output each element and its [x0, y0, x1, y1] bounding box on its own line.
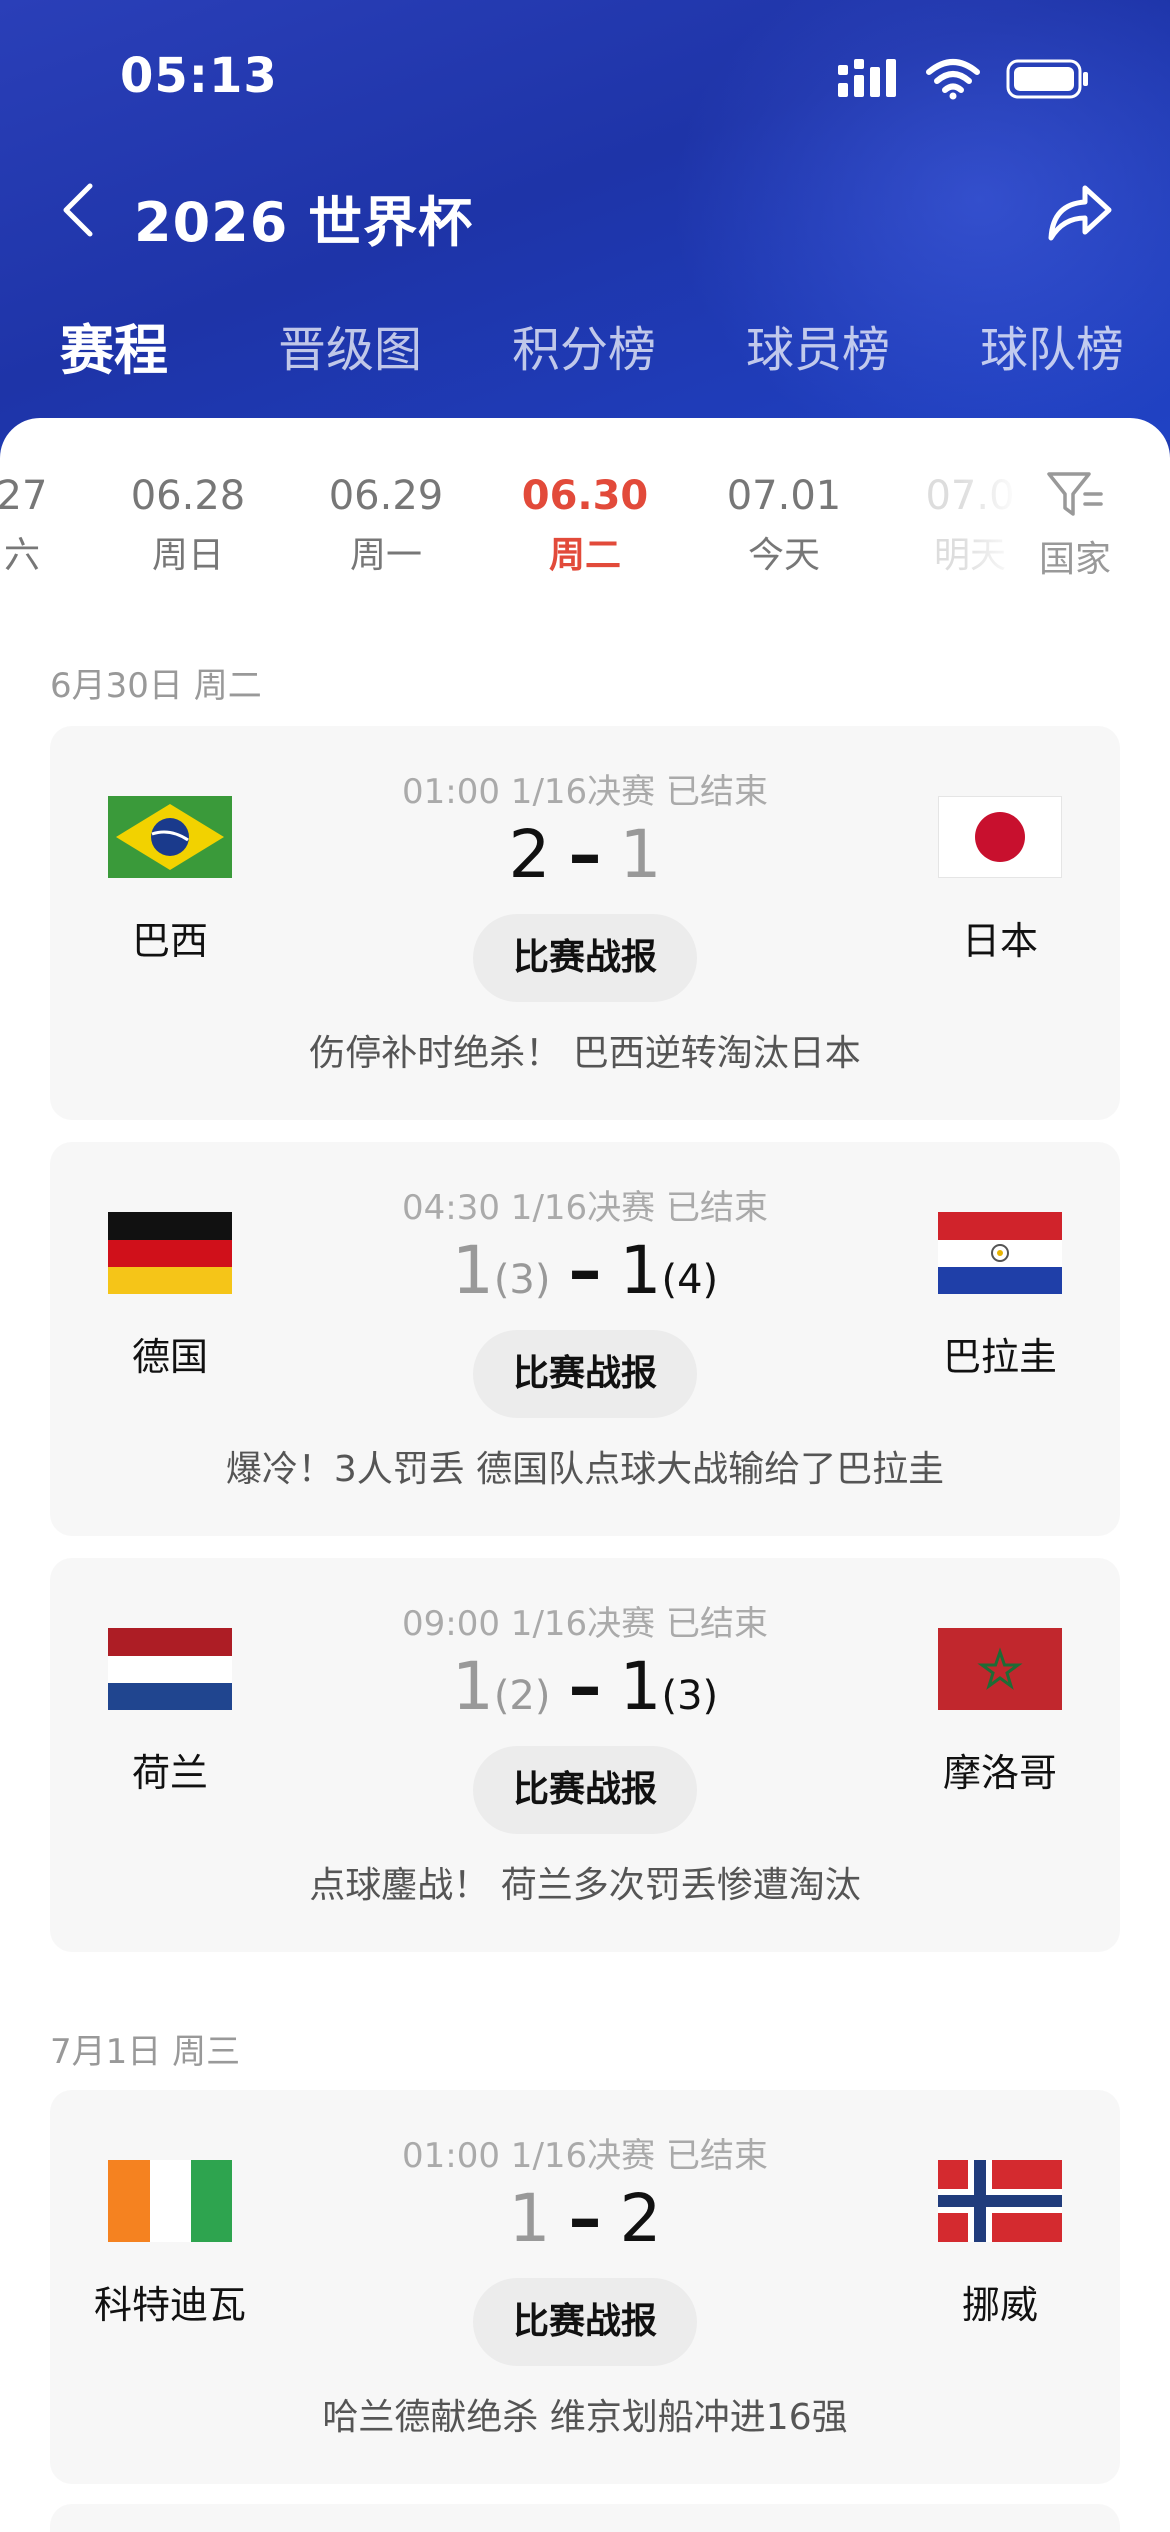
date-item-today[interactable]: 07.01 今天: [704, 468, 864, 584]
match-report-button[interactable]: 比赛战报: [473, 914, 697, 1002]
date-number: 07.01: [726, 473, 842, 519]
away-team-name: 日本: [961, 919, 1038, 963]
date-number: 06.30: [521, 473, 649, 519]
home-team-name: 巴西: [131, 919, 208, 963]
away-score: 1: [619, 816, 662, 893]
home-penalty-score: (2): [493, 1673, 551, 1719]
away-team-name: 挪威: [961, 2283, 1038, 2327]
match-headline[interactable]: 哈兰德献绝杀 维京划船冲进16强: [50, 2388, 1120, 2440]
date-strip[interactable]: 27 六 06.28 周日 06.29 周一 06.30 周二 07.01 今天…: [0, 468, 1170, 618]
share-icon: [1048, 185, 1112, 241]
match-report-button[interactable]: 比赛战报: [473, 2278, 697, 2366]
date-weekday: 周二: [548, 535, 621, 576]
date-weekday: 六: [3, 535, 40, 576]
share-button[interactable]: [1040, 172, 1120, 252]
date-item[interactable]: 06.28 周日: [108, 468, 268, 584]
signal-icon: [838, 59, 896, 97]
nav-bar: 2026 世界杯: [0, 160, 1170, 260]
away-team[interactable]: 摩洛哥: [880, 1628, 1120, 1797]
date-weekday: 今天: [747, 535, 820, 576]
home-score: 2: [508, 816, 551, 893]
home-team-name: 德国: [131, 1335, 208, 1379]
away-score: 2: [619, 2180, 662, 2257]
status-icons: [836, 58, 1090, 100]
date-item[interactable]: 06.29 周一: [306, 468, 466, 584]
back-button[interactable]: [48, 180, 108, 240]
match-headline[interactable]: 爆冷！3人罚丢 德国队点球大战输给了巴拉圭: [50, 1440, 1120, 1492]
match-headline[interactable]: 伤停补时绝杀！ 巴西逆转淘汰日本: [50, 1024, 1120, 1076]
home-penalty-score: (3): [493, 1257, 551, 1303]
norway-flag-icon: [938, 2160, 1062, 2242]
away-team-name: 摩洛哥: [942, 1751, 1057, 1795]
match-card[interactable]: 04:30 1/16决赛 已结束 德国 1(3) –1(4) 比赛战报 巴拉圭 爆…: [50, 1142, 1120, 1536]
section-date: 6月30日 周二: [50, 666, 262, 706]
date-item[interactable]: 27 六: [0, 468, 102, 584]
match-card[interactable]: 09:00 1/16决赛 已结束 荷兰 1(2) –1(3) 比赛战报 摩洛哥 点…: [50, 1558, 1120, 1952]
chevron-left-icon: [63, 183, 93, 237]
away-team[interactable]: 日本: [880, 796, 1120, 965]
date-number: 06.29: [328, 473, 444, 519]
date-number: 06.28: [130, 473, 246, 519]
section-date: 7月1日 周三: [50, 2032, 241, 2072]
date-strip-fade: [960, 468, 1020, 608]
match-report-button[interactable]: 比赛战报: [473, 1746, 697, 1834]
home-team-name: 科特迪瓦: [93, 2283, 246, 2327]
date-weekday: 周一: [349, 535, 422, 576]
match-card-partial[interactable]: [50, 2504, 1120, 2532]
page-title: 2026 世界杯: [134, 191, 474, 254]
tab-player-rank[interactable]: 球员榜: [746, 310, 890, 380]
home-score: 1: [451, 1648, 494, 1725]
away-team-name: 巴拉圭: [942, 1335, 1057, 1379]
tab-standings[interactable]: 积分榜: [512, 310, 656, 380]
filter-icon: [1047, 472, 1103, 516]
date-item-selected[interactable]: 06.30 周二: [505, 468, 665, 584]
header: 05:13 2026 世界杯 赛程 晋级图 积分榜 球员榜 球队榜: [0, 0, 1170, 440]
morocco-flag-icon: [938, 1628, 1062, 1710]
tab-bar: 赛程 晋级图 积分榜 球员榜 球队榜: [0, 300, 1170, 382]
home-team-name: 荷兰: [131, 1751, 208, 1795]
tab-schedule[interactable]: 赛程: [60, 306, 168, 385]
home-score: 1: [508, 2180, 551, 2257]
tab-bracket[interactable]: 晋级图: [278, 310, 422, 380]
date-weekday: 周日: [151, 535, 224, 576]
away-team[interactable]: 巴拉圭: [880, 1212, 1120, 1381]
away-score: 1: [619, 1648, 662, 1725]
match-headline[interactable]: 点球鏖战！ 荷兰多次罚丢惨遭淘汰: [50, 1856, 1120, 1908]
japan-flag-icon: [938, 796, 1062, 878]
filter-label: 国家: [1038, 539, 1111, 580]
away-penalty-score: (3): [661, 1673, 719, 1719]
paraguay-flag-icon: [938, 1212, 1062, 1294]
away-score: 1: [619, 1232, 662, 1309]
status-time: 05:13: [120, 48, 278, 104]
away-penalty-score: (4): [661, 1257, 719, 1303]
tab-team-rank[interactable]: 球队榜: [980, 310, 1124, 380]
date-number: 27: [0, 473, 48, 519]
schedule-content: 27 六 06.28 周日 06.29 周一 06.30 周二 07.01 今天…: [0, 418, 1170, 2532]
match-report-button[interactable]: 比赛战报: [473, 1330, 697, 1418]
status-bar: 05:13: [0, 0, 1170, 150]
match-card[interactable]: 01:00 1/16决赛 已结束 科特迪瓦 1–2 比赛战报 挪威 哈兰德献绝杀…: [50, 2090, 1120, 2484]
country-filter-button[interactable]: 国家: [1020, 468, 1130, 608]
away-team[interactable]: 挪威: [880, 2160, 1120, 2329]
wifi-icon: [926, 59, 980, 100]
battery-icon: [1006, 59, 1088, 99]
match-card[interactable]: 01:00 1/16决赛 已结束 巴西 2–1 比赛战报 日本 伤停补时绝杀！ …: [50, 726, 1120, 1120]
home-score: 1: [451, 1232, 494, 1309]
